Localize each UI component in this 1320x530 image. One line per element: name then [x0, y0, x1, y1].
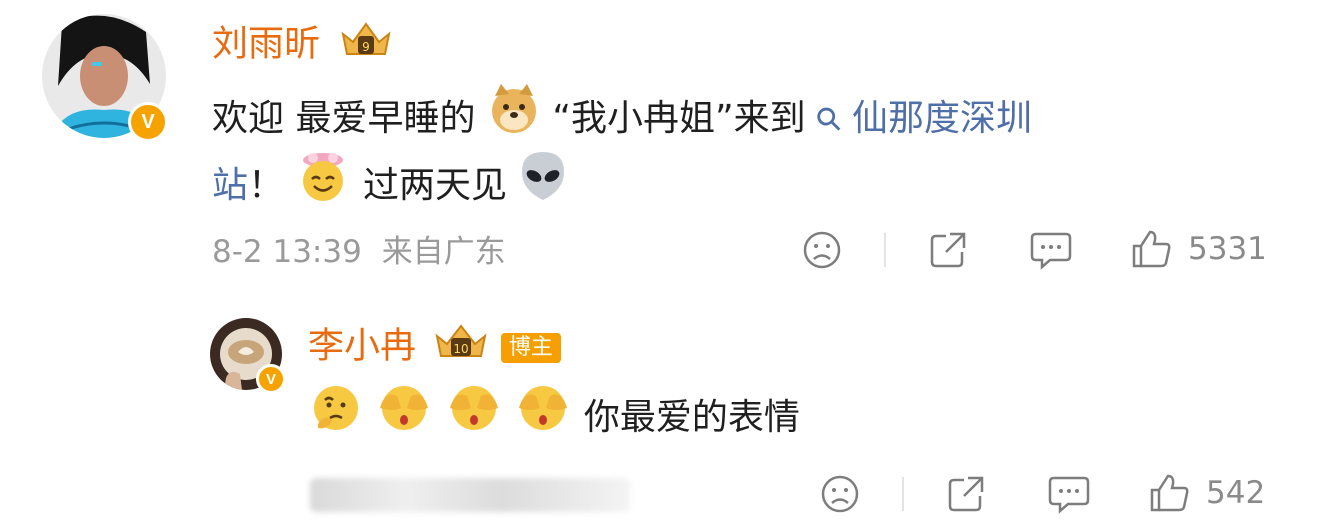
commenter-name-text[interactable]: 刘雨昕	[212, 24, 320, 65]
dislike-button[interactable]	[820, 474, 860, 514]
reply-button[interactable]	[1048, 474, 1090, 514]
share-icon	[948, 476, 984, 512]
angel-emoji	[295, 148, 351, 226]
comment-text-line1: 欢迎 最爱早睡的 “我小冉姐”来到 ⚲ 仙那度深圳	[212, 82, 1032, 158]
covering-eyes-emoji	[514, 380, 572, 458]
thumbs-up-icon	[1150, 474, 1189, 512]
comment-icon	[1030, 232, 1072, 270]
search-icon: ⚲	[807, 97, 851, 141]
crown-badge-icon[interactable]: 9	[339, 20, 393, 71]
thumbs-up-icon	[1132, 230, 1171, 268]
role-tag: 博主	[500, 332, 561, 363]
comment-meta: 8-2 13:39 来自广东	[212, 232, 506, 272]
like-button[interactable]: 542	[1150, 472, 1265, 514]
sad-face-icon	[803, 231, 841, 269]
blurred-meta	[310, 478, 630, 512]
reply-text-content: 你最爱的表情	[583, 397, 800, 438]
reply-text: 你最爱的表情	[308, 380, 800, 458]
replier-name-text[interactable]: 李小冉	[308, 326, 416, 367]
comment-text-mid: “我小冉姐”来到	[552, 98, 806, 139]
covering-eyes-emoji	[445, 380, 503, 458]
svg-text:9: 9	[363, 40, 371, 54]
dislike-button[interactable]	[802, 230, 842, 270]
share-button[interactable]	[946, 474, 986, 514]
topic-link-text[interactable]: 仙那度深圳	[852, 98, 1032, 139]
verified-badge: V	[256, 364, 286, 394]
doge-emoji	[487, 82, 541, 158]
comment-icon	[1048, 476, 1090, 514]
svg-text:10: 10	[454, 342, 469, 356]
action-divider	[884, 233, 886, 267]
replier-name[interactable]: 李小冉 10 博主	[308, 322, 561, 373]
verified-badge: V	[128, 102, 168, 142]
comment-text-line2: 过两天见	[362, 165, 507, 206]
comment-time: 8-2 13:39	[212, 234, 362, 270]
comment-line2-punct: ！	[248, 165, 285, 206]
alien-emoji	[518, 150, 568, 224]
comment-location: 来自广东	[381, 234, 506, 270]
share-icon	[930, 232, 966, 268]
covering-eyes-emoji	[375, 380, 433, 458]
topic-link[interactable]: ⚲ 仙那度深圳	[807, 97, 1032, 140]
comment-text-line2: 站！ 过两天见	[212, 148, 568, 226]
share-button[interactable]	[928, 230, 968, 270]
action-divider	[902, 477, 904, 511]
like-count: 5331	[1188, 231, 1267, 267]
like-count: 542	[1206, 475, 1266, 511]
reply-button[interactable]	[1030, 230, 1072, 270]
sad-face-icon	[821, 475, 859, 513]
comment-text-prefix: 欢迎 最爱早睡的	[212, 98, 476, 139]
like-button[interactable]: 5331	[1132, 228, 1267, 270]
commenter-name[interactable]: 刘雨昕 9	[212, 20, 393, 71]
thinking-emoji	[308, 380, 364, 458]
crown-badge-icon[interactable]: 10	[433, 322, 489, 373]
topic-link-end[interactable]: 站	[212, 165, 248, 206]
